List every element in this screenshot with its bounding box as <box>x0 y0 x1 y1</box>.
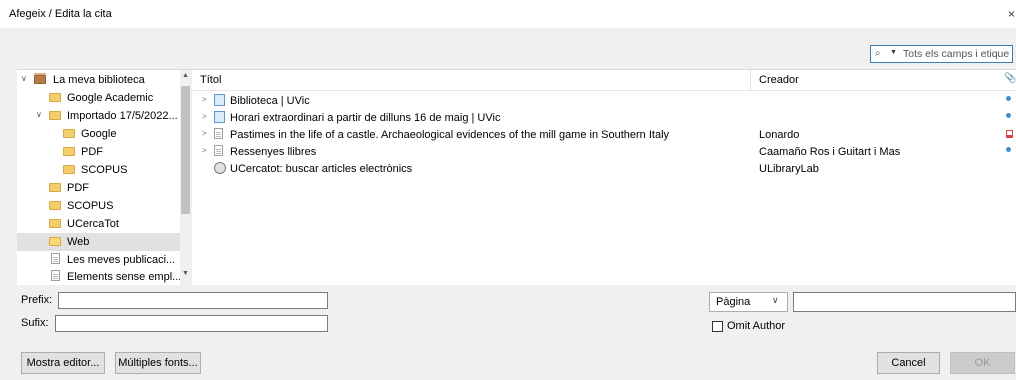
chevron-down-icon[interactable]: ∨ <box>36 110 42 119</box>
item-creator: Caamaño Ros i Guitart i Mas <box>759 146 901 158</box>
window-title: Afegeix / Edita la cita <box>9 8 112 20</box>
items-header: Títol Creador 📎 <box>192 70 1016 91</box>
item-title: Ressenyes llibres <box>230 146 317 158</box>
library-catalog-icon <box>214 162 226 174</box>
scroll-down-icon[interactable]: ▼ <box>182 270 189 277</box>
folder-icon <box>63 147 75 156</box>
item-row[interactable]: > Biblioteca | UVic <box>192 92 1016 109</box>
document-icon <box>214 145 223 156</box>
tree-item-label: Google <box>81 128 117 140</box>
column-header-title[interactable]: Títol <box>200 74 221 86</box>
locator-input[interactable] <box>793 292 1016 312</box>
library-panel: ∨ La meva biblioteca Google Academic ∨ I… <box>17 69 1016 285</box>
folder-icon <box>49 201 61 210</box>
cancel-button[interactable]: Cancel <box>877 352 940 374</box>
tree-scrollbar[interactable]: ▲ ▼ <box>180 70 192 285</box>
snapshot-icon[interactable] <box>1006 96 1011 101</box>
tree-item-importado[interactable]: ∨ Importado 17/5/2022... <box>17 107 180 125</box>
tree-item-label: Web <box>67 236 90 248</box>
item-creator: Lonardo <box>759 129 800 141</box>
web-page-icon <box>214 111 225 123</box>
folder-icon <box>49 237 61 246</box>
multiple-sources-button[interactable]: Múltiples fonts... <box>115 352 201 374</box>
suffix-input[interactable] <box>55 315 328 332</box>
tree-item-pdf-nested[interactable]: PDF <box>17 143 180 161</box>
unfiled-icon <box>51 270 60 281</box>
tree-item-label: Google Academic <box>67 92 154 104</box>
tree-item-web[interactable]: Web <box>17 233 180 251</box>
chevron-down-icon[interactable]: ∨ <box>21 74 27 83</box>
tree-item-label: PDF <box>81 146 103 158</box>
snapshot-icon[interactable] <box>1006 113 1011 118</box>
search-icon: ⌕ <box>875 48 881 59</box>
chevron-right-icon[interactable]: > <box>202 112 207 121</box>
tree-item-scopus-nested[interactable]: SCOPUS <box>17 161 180 179</box>
suffix-label: Sufix: <box>21 317 49 329</box>
prefix-input[interactable] <box>58 292 328 309</box>
omit-author-checkbox[interactable] <box>712 321 723 332</box>
item-title: UCercatot: buscar articles electrònics <box>230 163 413 175</box>
chevron-down-icon: ∨ <box>772 295 779 305</box>
tree-item-my-library[interactable]: ∨ La meva biblioteca <box>17 71 180 89</box>
tree-item-unfiled[interactable]: Elements sense empl... <box>17 268 182 286</box>
item-title: Biblioteca | UVic <box>230 95 310 107</box>
folder-icon <box>63 165 75 174</box>
chevron-right-icon[interactable]: > <box>202 129 207 138</box>
tree-item-label: La meva biblioteca <box>53 74 145 86</box>
tree-item-label: Importado 17/5/2022... <box>67 110 178 122</box>
locator-type-value: Pàgina <box>716 296 751 308</box>
snapshot-icon[interactable] <box>1006 147 1011 152</box>
chevron-right-icon[interactable]: > <box>202 95 207 104</box>
item-title: Horari extraordinari a partir de dilluns… <box>230 112 501 124</box>
attachment-column-icon[interactable]: 📎 <box>1004 73 1016 84</box>
tree-item-label: SCOPUS <box>81 164 128 176</box>
tree-item-pdf[interactable]: PDF <box>17 179 180 197</box>
search-box[interactable]: ⌕ ▼ <box>870 45 1013 63</box>
folder-icon <box>49 93 61 102</box>
items-pane: Títol Creador 📎 > Biblioteca | UVic > Ho… <box>192 70 1016 285</box>
title-bar: Afegeix / Edita la cita × <box>0 0 1016 28</box>
tree-item-label: SCOPUS <box>67 200 114 212</box>
column-divider[interactable] <box>750 70 751 90</box>
omit-author-label[interactable]: Omit Author <box>727 320 785 332</box>
tree-item-google[interactable]: Google <box>17 125 180 143</box>
chevron-right-icon[interactable]: > <box>202 146 207 155</box>
web-page-icon <box>214 94 225 106</box>
publications-icon <box>51 253 60 264</box>
collection-tree[interactable]: ∨ La meva biblioteca Google Academic ∨ I… <box>17 70 182 286</box>
scroll-up-icon[interactable]: ▲ <box>182 72 189 79</box>
tree-item-label: UCercaTot <box>67 218 119 230</box>
item-title: Pastimes in the life of a castle. Archae… <box>230 129 670 141</box>
dropdown-arrow-icon[interactable]: ▼ <box>890 49 897 56</box>
tree-item-label: Elements sense empl... <box>67 271 182 283</box>
document-icon <box>214 128 223 139</box>
item-row[interactable]: > Horari extraordinari a partir de dillu… <box>192 109 1016 126</box>
folder-icon <box>49 111 61 120</box>
tree-item-ucercatot[interactable]: UCercaTot <box>17 215 180 233</box>
locator-type-select[interactable]: Pàgina ∨ <box>709 292 788 312</box>
column-header-creator[interactable]: Creador <box>759 74 799 86</box>
tree-item-scopus[interactable]: SCOPUS <box>17 197 180 215</box>
scrollbar-thumb[interactable] <box>181 86 190 214</box>
pdf-icon[interactable] <box>1006 130 1013 138</box>
tree-item-google-academic[interactable]: Google Academic <box>17 89 180 107</box>
tree-item-label: PDF <box>67 182 89 194</box>
tree-item-my-publications[interactable]: Les meves publicaci... <box>17 251 180 269</box>
show-editor-button[interactable]: Mostra editor... <box>21 352 105 374</box>
folder-icon <box>49 183 61 192</box>
folder-icon <box>49 219 61 228</box>
folder-icon <box>63 129 75 138</box>
item-row[interactable]: UCercatot: buscar articles electrònics U… <box>192 160 1016 177</box>
item-row[interactable]: > Ressenyes llibres Caamaño Ros i Guitar… <box>192 143 1016 160</box>
prefix-label: Prefix: <box>21 294 53 306</box>
ok-button[interactable]: OK <box>950 352 1015 374</box>
item-row[interactable]: > Pastimes in the life of a castle. Arch… <box>192 126 1016 143</box>
tree-item-label: Les meves publicaci... <box>67 254 176 266</box>
library-icon <box>34 73 46 84</box>
close-icon[interactable]: × <box>1008 7 1015 21</box>
item-creator: ULibraryLab <box>759 163 819 175</box>
search-input[interactable] <box>903 47 1011 61</box>
